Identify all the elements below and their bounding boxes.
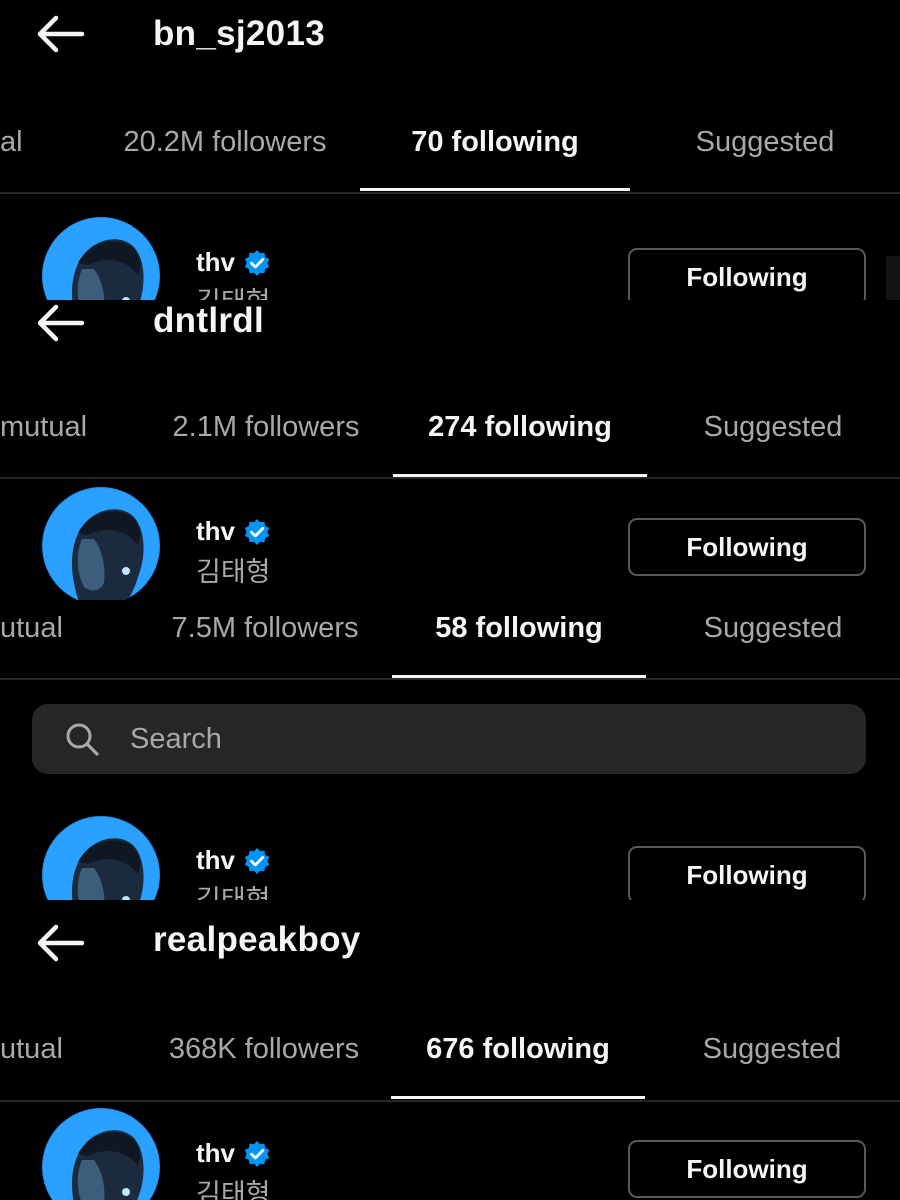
search-input[interactable] [130, 722, 730, 756]
verified-badge-icon [244, 1140, 270, 1167]
user-username[interactable]: thv [196, 247, 235, 278]
screenshot-panel-3: utual 7.5M followers 58 following Sugges… [0, 600, 900, 900]
tabs-divider [0, 678, 900, 680]
screenshot-panel-4: realpeakboy utual 368K followers 676 fol… [0, 900, 900, 1200]
active-tab-indicator [391, 1096, 645, 1099]
tab-following[interactable]: 676 following [383, 1033, 653, 1066]
screenshot-panel-1: bn_sj2013 al 20.2M followers 70 followin… [0, 0, 900, 300]
tab-following[interactable]: 274 following [385, 411, 655, 444]
tab-suggested[interactable]: Suggested [637, 1033, 900, 1066]
profile-username: bn_sj2013 [153, 14, 325, 53]
back-arrow-icon[interactable] [34, 303, 86, 343]
tabs-divider [0, 192, 900, 194]
user-row-name: thv [196, 845, 271, 876]
partial-button-edge [886, 256, 900, 300]
tab-suggested[interactable]: Suggested [638, 612, 900, 645]
user-full-name: 김태형 [196, 557, 271, 587]
user-username[interactable]: thv [196, 845, 235, 876]
user-row-name: thv [196, 1138, 271, 1169]
back-arrow-icon[interactable] [34, 14, 86, 54]
tab-mutual[interactable]: al [0, 126, 23, 159]
following-button[interactable]: Following [628, 248, 866, 300]
profile-username: realpeakboy [153, 920, 361, 959]
active-tab-indicator [360, 188, 630, 191]
user-row-name: thv [196, 247, 271, 278]
user-username[interactable]: thv [196, 516, 235, 547]
tabs-divider [0, 477, 900, 479]
screenshot-panel-2: dntlrdl mutual 2.1M followers 274 follow… [0, 300, 900, 600]
avatar[interactable] [42, 816, 160, 900]
tab-following[interactable]: 70 following [360, 126, 630, 159]
user-full-name: 김태형 [196, 280, 271, 300]
user-full-name: 김태형 [196, 885, 271, 900]
verified-badge-icon [244, 518, 270, 545]
tab-mutual[interactable]: utual [0, 612, 63, 645]
avatar[interactable] [42, 1108, 160, 1200]
verified-badge-icon [244, 847, 270, 874]
avatar[interactable] [42, 217, 160, 300]
avatar[interactable] [42, 487, 160, 600]
user-username[interactable]: thv [196, 1138, 235, 1169]
tab-suggested[interactable]: Suggested [638, 411, 900, 444]
tab-followers[interactable]: 2.1M followers [131, 411, 401, 444]
tab-following[interactable]: 58 following [384, 612, 654, 645]
tab-mutual[interactable]: mutual [0, 411, 87, 444]
tab-followers[interactable]: 368K followers [129, 1033, 399, 1066]
user-full-name: 김태형 [196, 1179, 271, 1200]
search-bar[interactable] [32, 704, 866, 774]
back-arrow-icon[interactable] [34, 923, 86, 963]
user-row-name: thv [196, 516, 271, 547]
profile-username: dntlrdl [153, 301, 264, 340]
tab-suggested[interactable]: Suggested [630, 126, 900, 159]
following-button[interactable]: Following [628, 846, 866, 900]
tabs-divider [0, 1100, 900, 1102]
tab-followers[interactable]: 7.5M followers [130, 612, 400, 645]
tab-mutual[interactable]: utual [0, 1033, 63, 1066]
following-button[interactable]: Following [628, 518, 866, 576]
tab-followers[interactable]: 20.2M followers [90, 126, 360, 159]
following-button[interactable]: Following [628, 1140, 866, 1198]
verified-badge-icon [244, 249, 270, 276]
search-icon [66, 723, 99, 756]
